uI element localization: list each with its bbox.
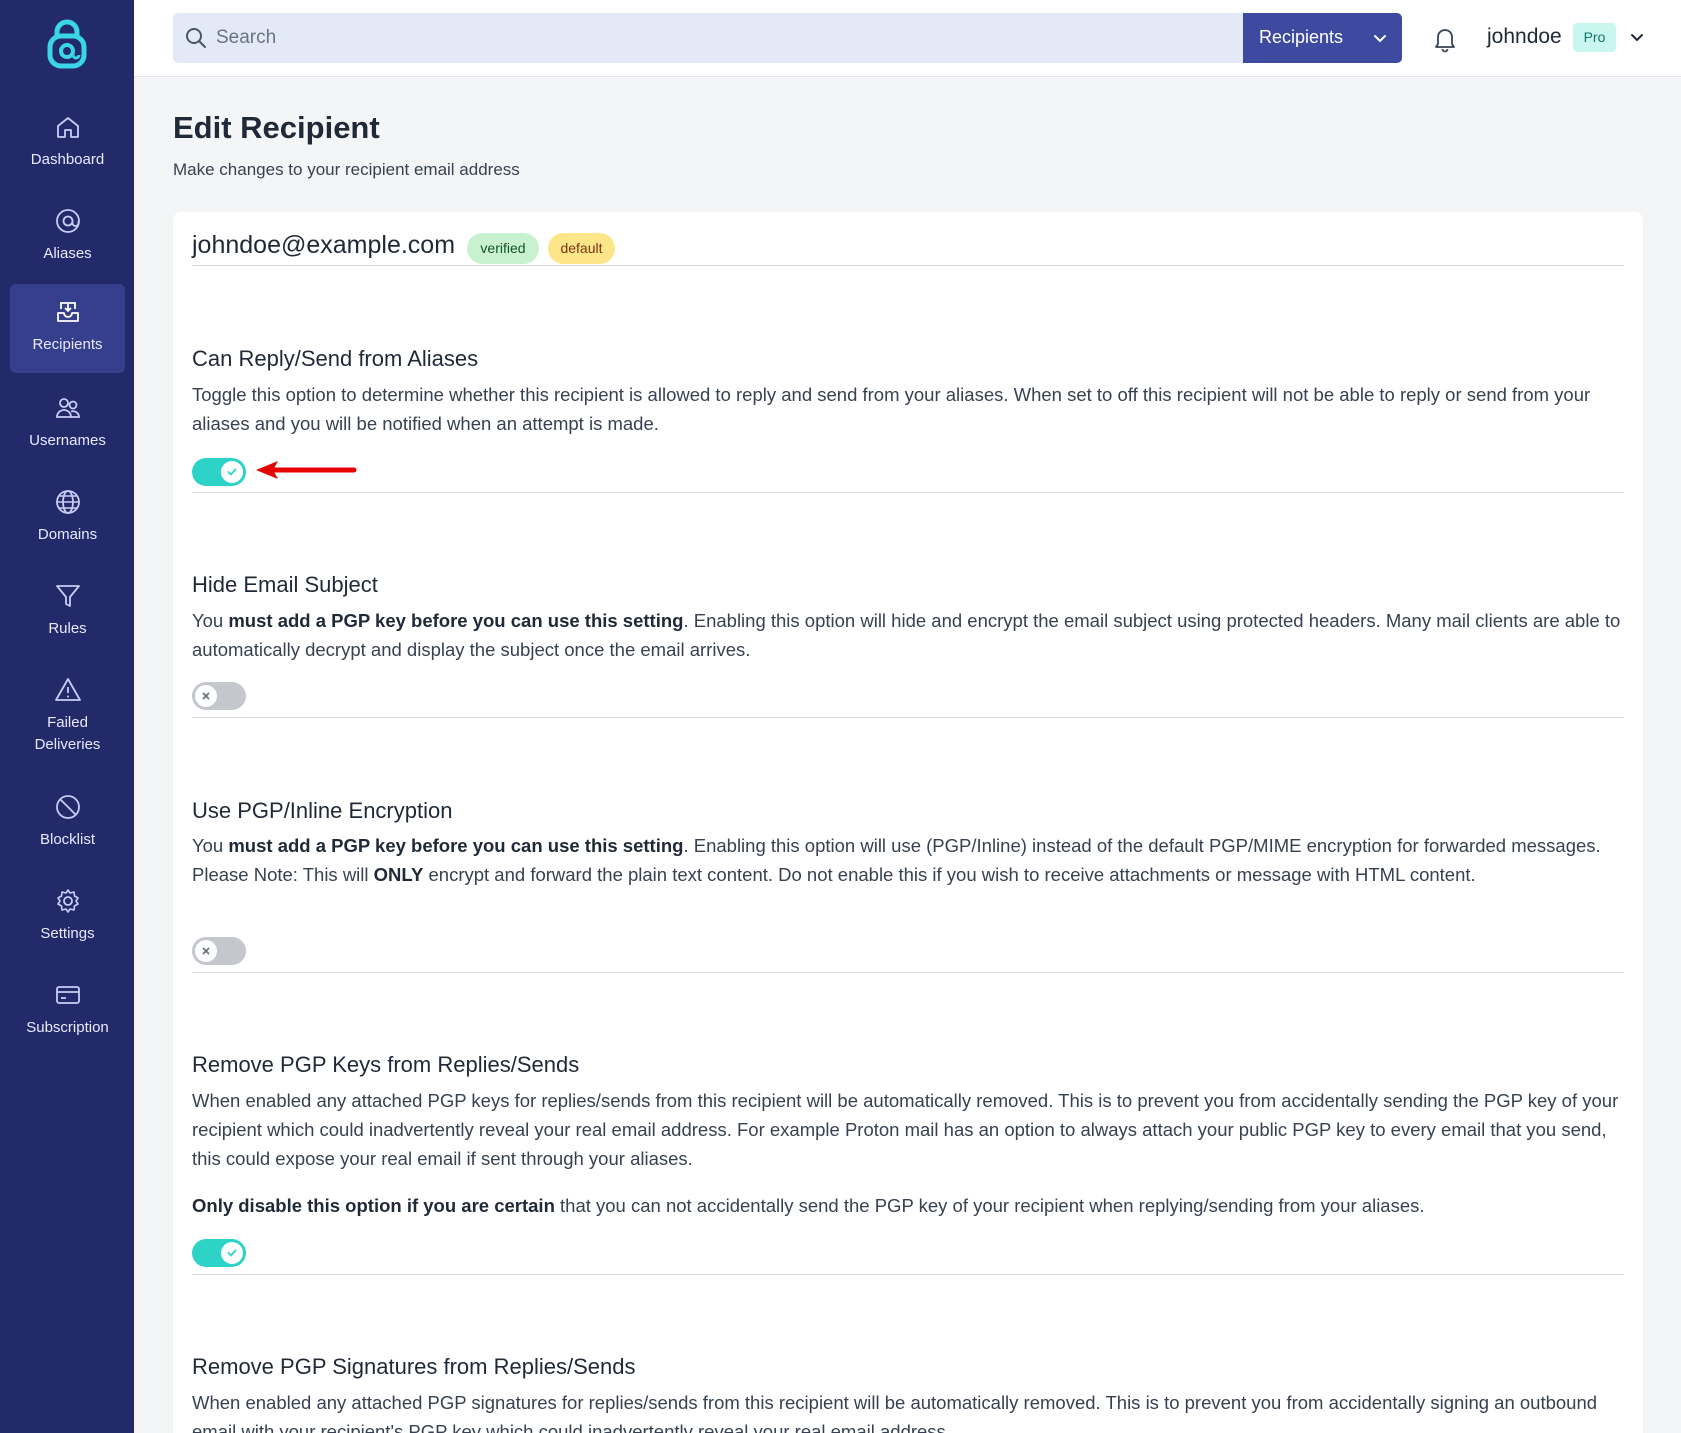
sidebar-item-rules[interactable]: Rules: [10, 568, 125, 657]
recipient-email: johndoe@example.com: [192, 231, 456, 259]
divider: [192, 1274, 1624, 1275]
setting-description: You must add a PGP key before you can us…: [192, 606, 1624, 664]
setting-description: You must add a PGP key before you can us…: [192, 831, 1624, 889]
setting-description: Toggle this option to determine whether …: [192, 384, 1591, 434]
sidebar-item-label: Usernames: [29, 432, 106, 449]
sidebar-item-label: Domains: [37, 526, 98, 543]
setting-title: Use PGP/Inline Encryption: [192, 798, 453, 823]
x-icon: [202, 947, 210, 955]
divider: [192, 972, 1624, 973]
check-icon: [227, 468, 237, 476]
recipient-settings-card: johndoe@example.com verified default Can…: [173, 212, 1643, 1433]
search-input[interactable]: [216, 13, 1216, 63]
sidebar-item-usernames[interactable]: Usernames: [10, 380, 125, 469]
filter-icon: [56, 585, 80, 607]
desc-text: encrypt and forward the plain text conte…: [423, 864, 1476, 885]
sidebar: Dashboard Aliases Recipients Usernames D…: [0, 0, 134, 1433]
inbox-icon: [57, 302, 79, 322]
hide-email-subject-toggle[interactable]: [192, 682, 246, 710]
sidebar-item-domains[interactable]: Domains: [10, 474, 125, 563]
globe-icon: [56, 490, 80, 514]
app-logo[interactable]: [45, 18, 89, 70]
note-bold-text: Only disable this option if you are cert…: [192, 1195, 555, 1216]
remove-pgp-keys-toggle[interactable]: [192, 1239, 246, 1267]
top-bar: Recipients johndoe Pro: [134, 0, 1681, 77]
check-icon: [227, 1249, 237, 1257]
divider: [192, 265, 1624, 266]
users-icon: [56, 398, 80, 418]
setting-title: Hide Email Subject: [192, 572, 378, 597]
setting-description: When enabled any attached PGP keys for r…: [192, 1090, 1619, 1169]
sidebar-item-label: Subscription: [26, 1019, 109, 1036]
divider: [192, 717, 1624, 718]
toggle-knob: [221, 461, 243, 483]
chevron-down-icon: [1374, 35, 1386, 43]
sidebar-item-label: Blocklist: [39, 831, 95, 848]
desc-bold-text: ONLY: [373, 864, 424, 885]
setting-title: Remove PGP Signatures from Replies/Sends: [192, 1354, 636, 1379]
toggle-knob: [195, 940, 217, 962]
desc-bold-text: must add a PGP key before you can use th…: [228, 835, 684, 856]
sidebar-item-label: Settings: [40, 925, 95, 942]
pgp-inline-toggle[interactable]: [192, 937, 246, 965]
setting-title: Can Reply/Send from Aliases: [192, 346, 479, 371]
block-icon: [56, 795, 80, 819]
sidebar-item-label: Dashboard: [30, 151, 105, 168]
sidebar-item-subscription[interactable]: Subscription: [10, 967, 125, 1056]
sidebar-item-failed-deliveries[interactable]: Failed Deliveries: [10, 662, 125, 772]
credit-card-icon: [56, 986, 80, 1004]
at-sign-icon: [56, 209, 80, 233]
plan-badge: Pro: [1573, 23, 1616, 52]
search-scope-dropdown[interactable]: Recipients: [1243, 13, 1402, 63]
setting-note: Only disable this option if you are cert…: [192, 1191, 1624, 1220]
sidebar-item-aliases[interactable]: Aliases: [10, 193, 125, 282]
verified-badge: verified: [467, 233, 539, 264]
sidebar-item-settings[interactable]: Settings: [10, 873, 125, 962]
sidebar-item-label: Failed Deliveries: [34, 714, 101, 753]
sidebar-item-dashboard[interactable]: Dashboard: [10, 99, 125, 188]
page-title: Edit Recipient: [173, 110, 380, 145]
page-subtitle: Make changes to your recipient email add…: [173, 160, 520, 179]
bell-icon[interactable]: [1430, 24, 1460, 54]
desc-bold-text: must add a PGP key before you can use th…: [228, 610, 684, 631]
sidebar-item-recipients[interactable]: Recipients: [10, 284, 125, 373]
sidebar-item-blocklist[interactable]: Blocklist: [10, 779, 125, 868]
setting-description: When enabled any attached PGP signatures…: [192, 1392, 1598, 1433]
note-text: that you can not accidentally send the P…: [554, 1195, 1425, 1216]
can-reply-send-toggle[interactable]: [192, 458, 246, 486]
desc-text: You: [192, 610, 229, 631]
toggle-knob: [221, 1242, 243, 1264]
toggle-knob: [195, 685, 217, 707]
warning-icon: [55, 678, 81, 701]
sidebar-item-label: Recipients: [32, 336, 103, 353]
search-bar: [173, 13, 1244, 63]
desc-text: You: [192, 835, 229, 856]
chevron-down-icon[interactable]: [1628, 28, 1646, 46]
search-icon: [186, 28, 206, 48]
home-icon: [57, 117, 79, 138]
gear-icon: [57, 889, 79, 913]
sidebar-item-label: Aliases: [43, 245, 92, 262]
annotation-arrow: [256, 461, 357, 479]
username[interactable]: johndoe: [1487, 25, 1562, 49]
divider: [192, 492, 1624, 493]
setting-title: Remove PGP Keys from Replies/Sends: [192, 1052, 580, 1077]
default-badge: default: [548, 233, 615, 264]
x-icon: [202, 692, 210, 700]
search-scope-label: Recipients: [1259, 27, 1344, 47]
sidebar-item-label: Rules: [48, 620, 87, 637]
